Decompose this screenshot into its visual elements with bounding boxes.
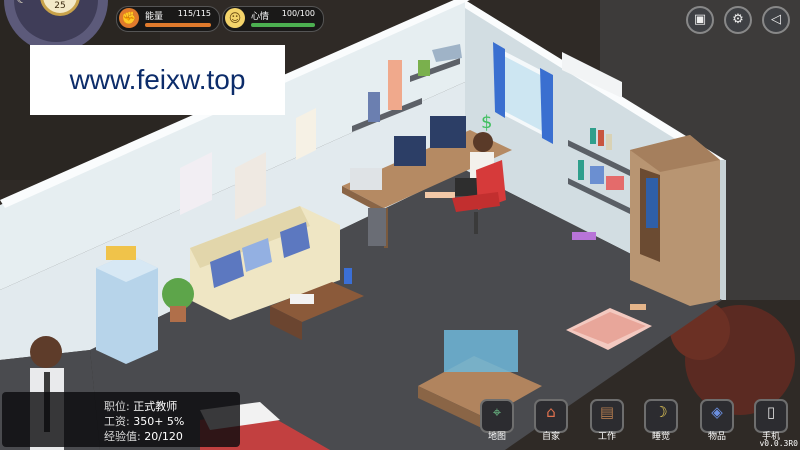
briefcase-icon: ▤ [599,403,615,421]
svg-text:$: $ [481,112,492,133]
home-label: 自家 [541,432,560,442]
smile-icon: ☺ [225,8,245,28]
mood-meter: ☺ 心情 100/100 [222,6,324,32]
job-value: 正式教师 [133,400,178,413]
day-value: 25 [54,1,66,11]
home-button[interactable]: ⌂ 自家 [534,399,568,442]
items-label: 物品 [707,432,726,442]
phone-icon: ▯ [766,403,776,421]
settings-button[interactable]: ⚙ [724,6,752,34]
sleep-icon: ☽ [654,403,668,421]
monitor-right [430,116,466,148]
energy-label: 能量 [145,12,164,22]
pc-tower [368,208,386,246]
salary-label: 工资: [104,415,130,428]
job-line: 职位: 正式教师 [104,398,177,414]
aquarium [444,330,518,372]
player-character [473,132,493,152]
watermark-banner: www.feixw.top [30,45,285,115]
album-button[interactable]: ▣ [686,6,714,34]
potted-plant [162,278,194,310]
player-info-panel: 职位: 正式教师 工资: 350+ 5% 经验值: 20/120 [2,392,240,447]
exp-line: 经验值: 20/120 [104,428,183,444]
salary-value: 350+ 5% [133,415,185,428]
back-arrow-icon: ◁ [771,12,781,27]
energy-icon: ✊ [119,8,139,28]
job-label: 职位: [104,400,130,413]
energy-meter: ✊ 能量 115/115 [116,6,220,32]
salary-line: 工资: 350+ 5% [104,413,184,429]
player-portrait [30,336,62,368]
map-button[interactable]: ⌖ 地图 [480,399,514,442]
monitor-left [394,136,426,166]
mood-label: 心情 [251,12,270,22]
moon-icon: ☾ [16,0,28,7]
energy-value: 115/115 [177,9,211,18]
map-icon: ⌖ [492,403,502,421]
house-icon: ⌂ [546,403,556,421]
work-label: 工作 [597,432,616,442]
dumbbells [572,232,596,240]
gear-icon: ⚙ [732,12,744,27]
energy-bar-fill [145,23,211,27]
back-button[interactable]: ◁ [762,6,790,34]
sleep-label: 睡觉 [651,432,670,442]
printer [350,168,382,190]
exp-value: 20/120 [144,430,183,443]
mood-value: 100/100 [281,9,315,18]
version-label: v0.0.3R0 [759,439,798,448]
sleep-button[interactable]: ☽ 睡觉 [644,399,678,442]
mood-bar-fill [251,23,315,27]
items-button[interactable]: ◈ 物品 [700,399,734,442]
bag-icon: ◈ [711,403,723,421]
map-label: 地图 [487,432,506,442]
photo-card-icon: ▣ [693,12,707,27]
work-button[interactable]: ▤ 工作 [590,399,624,442]
phone-button[interactable]: ▯ 手机 [754,399,788,442]
exp-label: 经验值: [104,430,141,443]
